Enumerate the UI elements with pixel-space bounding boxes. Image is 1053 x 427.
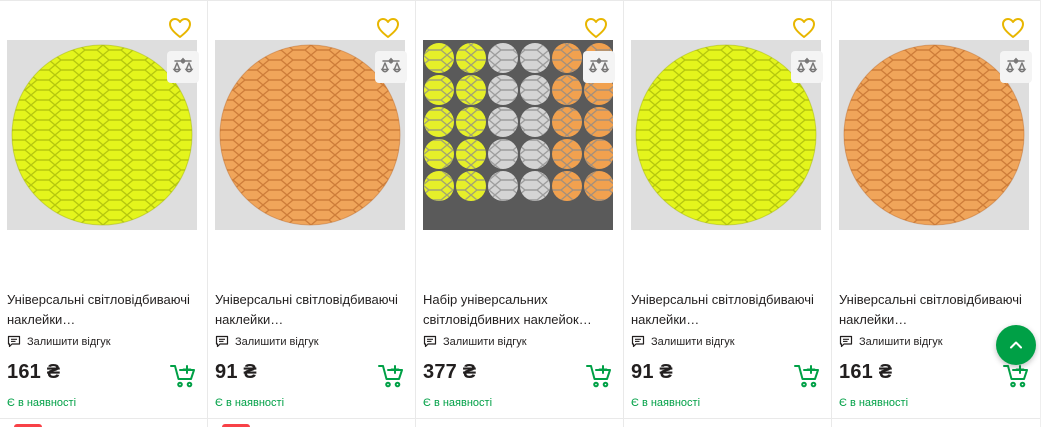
leave-review-link[interactable]: Залишити відгук [215,335,319,348]
cart-icon [794,365,819,388]
scroll-to-top-button[interactable] [996,325,1036,365]
add-to-cart-button[interactable] [1002,363,1030,389]
product-title-link[interactable]: Універсальні світловідбиваючі наклейки… [7,290,197,330]
add-to-cart-button[interactable] [169,363,197,389]
review-label: Залишити відгук [27,335,111,348]
scales-icon [588,57,610,73]
scales-icon [1005,57,1027,73]
product-card: Набір універсальних світловідбивних накл… [416,1,624,427]
product-card: Універсальні світловідбиваючі наклейки… … [208,1,416,427]
heart-icon [377,18,399,38]
leave-review-link[interactable]: Залишити відгук [839,335,943,348]
add-to-cart-button[interactable] [377,363,405,389]
availability-status: Є в наявності [631,397,701,409]
leave-review-link[interactable]: Залишити відгук [631,335,735,348]
review-label: Залишити відгук [859,335,943,348]
compare-button[interactable] [1000,51,1032,83]
add-to-cart-button[interactable] [585,363,613,389]
product-price: 91 ₴ [631,361,673,383]
scales-icon [796,57,818,73]
leave-review-link[interactable]: Залишити відгук [7,335,111,348]
favorite-button[interactable] [1000,15,1026,41]
compare-button[interactable] [375,51,407,83]
review-label: Залишити відгук [443,335,527,348]
leave-review-link[interactable]: Залишити відгук [423,335,527,348]
cart-icon [1003,365,1028,388]
product-price: 161 ₴ [839,361,893,383]
product-price: 161 ₴ [7,361,61,383]
cart-icon [586,365,611,388]
grid-bottom-divider [0,418,1040,419]
availability-status: Є в наявності [839,397,909,409]
heart-icon [169,18,191,38]
availability-status: Є в наявності [215,397,285,409]
compare-button[interactable] [583,51,615,83]
product-title-link[interactable]: Універсальні світловідбиваючі наклейки… [631,290,821,330]
favorite-button[interactable] [791,15,817,41]
availability-status: Є в наявності [7,397,77,409]
heart-icon [793,18,815,38]
product-title-link[interactable]: Універсальні світловідбиваючі наклейки… [215,290,405,330]
favorite-button[interactable] [167,15,193,41]
heart-icon [585,18,607,38]
scrollbar-track[interactable] [1040,0,1053,427]
review-label: Залишити відгук [651,335,735,348]
product-price: 377 ₴ [423,361,477,383]
product-grid: Універсальні світловідбиваючі наклейки… … [0,0,1040,427]
product-price: 91 ₴ [215,361,257,383]
favorite-button[interactable] [583,15,609,41]
cart-icon [378,365,403,388]
chevron-up-icon [1010,341,1022,349]
compare-button[interactable] [167,51,199,83]
comment-icon [423,335,437,348]
scales-icon [380,57,402,73]
scales-icon [172,57,194,73]
product-title-link[interactable]: Набір універсальних світловідбивних накл… [423,290,613,330]
comment-icon [631,335,645,348]
add-to-cart-button[interactable] [793,363,821,389]
comment-icon [7,335,21,348]
product-card: Універсальні світловідбиваючі наклейки… … [624,1,832,427]
cart-icon [170,365,195,388]
comment-icon [839,335,853,348]
product-card: Універсальні світловідбиваючі наклейки… … [0,1,208,427]
review-label: Залишити відгук [235,335,319,348]
availability-status: Є в наявності [423,397,493,409]
product-title-link[interactable]: Універсальні світловідбиваючі наклейки… [839,290,1029,330]
comment-icon [215,335,229,348]
heart-icon [1002,18,1024,38]
favorite-button[interactable] [375,15,401,41]
compare-button[interactable] [791,51,823,83]
